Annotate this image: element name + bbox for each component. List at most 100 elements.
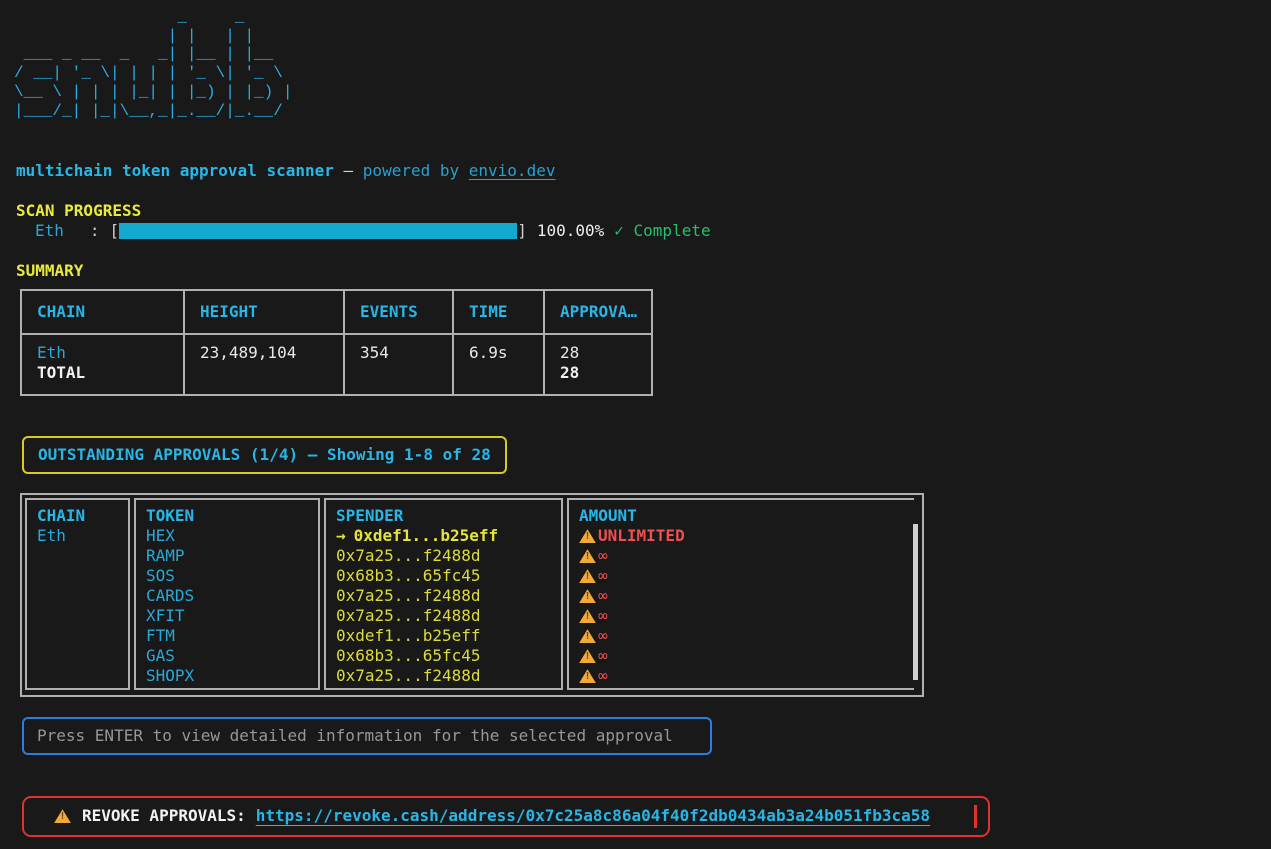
amount-value: ∞ bbox=[598, 646, 608, 665]
token-cell[interactable]: SOS bbox=[146, 566, 318, 586]
token-cell[interactable]: FTM bbox=[146, 626, 318, 646]
approvals-scrollbar[interactable] bbox=[913, 524, 918, 680]
approvals-header-spender: SPENDER bbox=[336, 506, 561, 526]
spender-address: 0x68b3...65fc45 bbox=[336, 646, 481, 665]
summary-time-value: 6.9s bbox=[469, 343, 543, 363]
spender-cell[interactable]: 0xdef1...b25eff bbox=[336, 626, 561, 646]
spender-address: 0x68b3...65fc45 bbox=[336, 566, 481, 585]
amount-value: ∞ bbox=[598, 626, 608, 645]
summary-header-approvals: APPROVA… bbox=[544, 290, 652, 334]
amount-value: ∞ bbox=[598, 546, 608, 565]
token-cell[interactable]: GAS bbox=[146, 646, 318, 666]
summary-header-height: HEIGHT bbox=[184, 290, 344, 334]
progress-percent: 100.00% bbox=[537, 221, 604, 240]
summary-cell-chain: Eth TOTAL bbox=[21, 334, 184, 395]
summary-header-events: EVENTS bbox=[344, 290, 453, 334]
amount-cell: ∞ bbox=[579, 566, 914, 586]
revoke-approvals-label: REVOKE APPROVALS: bbox=[82, 806, 246, 825]
approvals-amount-column: AMOUNT UNLIMITED ∞ ∞ ∞ ∞ ∞ ∞ ∞ bbox=[567, 498, 914, 690]
summary-chain-value: Eth bbox=[37, 343, 183, 363]
press-enter-hint: Press ENTER to view detailed information… bbox=[22, 717, 712, 755]
token-cell[interactable]: XFIT bbox=[146, 606, 318, 626]
summary-total-approvals: 28 bbox=[560, 363, 651, 383]
spender-cell[interactable]: 0x68b3...65fc45 bbox=[336, 646, 561, 666]
warning-icon bbox=[54, 809, 71, 823]
progress-status: ✓ Complete bbox=[614, 221, 710, 240]
summary-body-row: Eth TOTAL 23,489,104 354 6.9s 28 28 bbox=[21, 334, 652, 395]
amount-cell: ∞ bbox=[579, 586, 914, 606]
warning-icon bbox=[579, 649, 596, 663]
approvals-header-token: TOKEN bbox=[146, 506, 318, 526]
progress-bar bbox=[119, 223, 517, 239]
spender-cell[interactable]: 0x68b3...65fc45 bbox=[336, 566, 561, 586]
envio-link[interactable]: envio.dev bbox=[469, 161, 556, 180]
approvals-header-chain: CHAIN bbox=[37, 506, 128, 526]
revoke-box-right-tick bbox=[974, 805, 977, 828]
warning-icon bbox=[579, 549, 596, 563]
progress-close-bracket: ] bbox=[517, 221, 527, 240]
approvals-chain-value: Eth bbox=[37, 526, 128, 546]
approvals-header-amount: AMOUNT bbox=[579, 506, 914, 526]
spender-address: 0xdef1...b25eff bbox=[336, 626, 481, 645]
amount-cell: ∞ bbox=[579, 606, 914, 626]
amount-cell: ∞ bbox=[579, 546, 914, 566]
spender-address: 0x7a25...f2488d bbox=[336, 546, 481, 565]
spender-cell[interactable]: 0x7a25...f2488d bbox=[336, 586, 561, 606]
summary-cell-time: 6.9s bbox=[453, 334, 544, 395]
warning-icon bbox=[579, 669, 596, 683]
amount-cell: ∞ bbox=[579, 646, 914, 666]
token-cell[interactable]: RAMP bbox=[146, 546, 318, 566]
spender-address: 0x7a25...f2488d bbox=[336, 666, 481, 685]
token-cell[interactable]: HEX bbox=[146, 526, 318, 546]
approvals-table: CHAIN Eth TOKEN HEX RAMP SOS CARDS XFIT … bbox=[20, 493, 924, 697]
warning-icon bbox=[579, 629, 596, 643]
tagline-separator: — bbox=[334, 161, 363, 180]
scan-progress-row: Eth: [] 100.00% ✓ Complete bbox=[16, 221, 1271, 241]
warning-icon bbox=[579, 589, 596, 603]
revoke-approvals-box: REVOKE APPROVALS: https://revoke.cash/add… bbox=[22, 796, 990, 837]
amount-cell: ∞ bbox=[579, 666, 914, 686]
summary-events-value: 354 bbox=[360, 343, 452, 363]
tagline: multichain token approval scanner — powe… bbox=[16, 161, 1271, 181]
summary-header-time: TIME bbox=[453, 290, 544, 334]
warning-icon bbox=[579, 529, 596, 543]
warning-icon bbox=[579, 569, 596, 583]
app-logo-ascii: _ _ | | | | ___ _ __ _ _| |__ | |__ / __… bbox=[14, 8, 1271, 120]
summary-height-value: 23,489,104 bbox=[200, 343, 343, 363]
summary-cell-height: 23,489,104 bbox=[184, 334, 344, 395]
progress-chain-label: Eth bbox=[35, 221, 64, 240]
spender-address: 0x7a25...f2488d bbox=[336, 586, 481, 605]
amount-value: UNLIMITED bbox=[598, 526, 685, 545]
amount-cell-selected: UNLIMITED bbox=[579, 526, 914, 546]
warning-icon bbox=[579, 609, 596, 623]
approvals-token-column: TOKEN HEX RAMP SOS CARDS XFIT FTM GAS SH… bbox=[134, 498, 320, 690]
outstanding-approvals-banner: OUTSTANDING APPROVALS (1/4) — Showing 1-… bbox=[22, 436, 507, 474]
summary-header-chain: CHAIN bbox=[21, 290, 184, 334]
progress-colon: : bbox=[90, 221, 100, 240]
summary-header-row: CHAIN HEIGHT EVENTS TIME APPROVA… bbox=[21, 290, 652, 334]
amount-value: ∞ bbox=[598, 586, 608, 605]
powered-by-text: powered by bbox=[363, 161, 469, 180]
approvals-spender-column: SPENDER →0xdef1...b25eff 0x7a25...f2488d… bbox=[324, 498, 563, 690]
summary-label: SUMMARY bbox=[16, 261, 1271, 281]
summary-approvals-value: 28 bbox=[560, 343, 651, 363]
scan-progress-label: SCAN PROGRESS bbox=[16, 201, 1271, 221]
amount-cell: ∞ bbox=[579, 626, 914, 646]
spender-cell[interactable]: 0x7a25...f2488d bbox=[336, 606, 561, 626]
spender-cell[interactable]: 0x7a25...f2488d bbox=[336, 546, 561, 566]
spender-cell-selected[interactable]: →0xdef1...b25eff bbox=[336, 526, 561, 546]
selection-arrow-icon: → bbox=[336, 526, 346, 545]
summary-cell-approvals: 28 28 bbox=[544, 334, 652, 395]
spender-address: 0x7a25...f2488d bbox=[336, 606, 481, 625]
app-title: multichain token approval scanner bbox=[16, 161, 334, 180]
progress-open-bracket: [ bbox=[110, 221, 120, 240]
summary-total-label: TOTAL bbox=[37, 363, 183, 383]
token-cell[interactable]: CARDS bbox=[146, 586, 318, 606]
summary-cell-events: 354 bbox=[344, 334, 453, 395]
spender-cell[interactable]: 0x7a25...f2488d bbox=[336, 666, 561, 686]
token-cell[interactable]: SHOPX bbox=[146, 666, 318, 686]
summary-table: CHAIN HEIGHT EVENTS TIME APPROVA… Eth TO… bbox=[20, 289, 653, 396]
amount-value: ∞ bbox=[598, 566, 608, 585]
revoke-cash-link[interactable]: https://revoke.cash/address/0x7c25a8c86a… bbox=[256, 806, 930, 825]
approvals-chain-column: CHAIN Eth bbox=[25, 498, 130, 690]
